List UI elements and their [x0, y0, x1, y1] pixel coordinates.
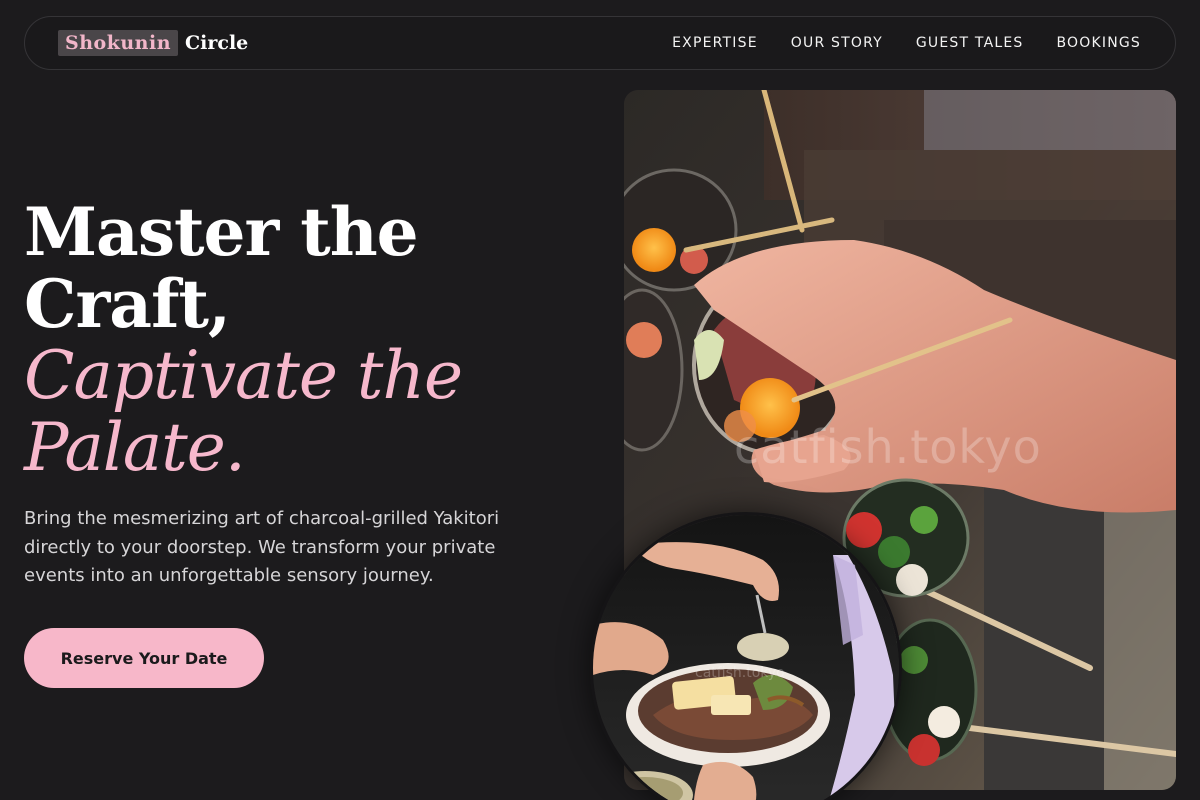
nav-links: EXPERTISE OUR STORY GUEST TALES BOOKINGS [672, 17, 1141, 69]
brand-logo[interactable]: Shokunin Circle [58, 28, 248, 58]
circle-photo-illustration [593, 515, 899, 800]
hero-headline: Master the Craft, Captivate the Palate. [24, 196, 584, 484]
headline-accent-line-2: Palate. [24, 409, 246, 486]
brand-badge: Shokunin [58, 30, 179, 56]
top-navigation: Shokunin Circle EXPERTISE OUR STORY GUES… [24, 16, 1176, 70]
page: Shokunin Circle EXPERTISE OUR STORY GUES… [0, 0, 1200, 800]
nav-link-guest-tales[interactable]: GUEST TALES [916, 35, 1024, 51]
nav-link-our-story[interactable]: OUR STORY [791, 35, 883, 51]
brand-name: Circle [185, 32, 249, 54]
nav-link-bookings[interactable]: BOOKINGS [1056, 35, 1141, 51]
circle-photo-watermark: catfish.tokyo [695, 665, 785, 681]
nav-link-expertise[interactable]: EXPERTISE [672, 35, 758, 51]
headline-line-2: Craft, [24, 265, 231, 343]
photo-watermark: catfish.tokyo [734, 420, 1042, 474]
headline-line-1: Master the [24, 193, 419, 271]
headline-accent-line-1: Captivate the [24, 337, 463, 414]
hero-description: Bring the mesmerizing art of charcoal-gr… [24, 508, 500, 586]
reserve-date-button[interactable]: Reserve Your Date [24, 628, 264, 688]
